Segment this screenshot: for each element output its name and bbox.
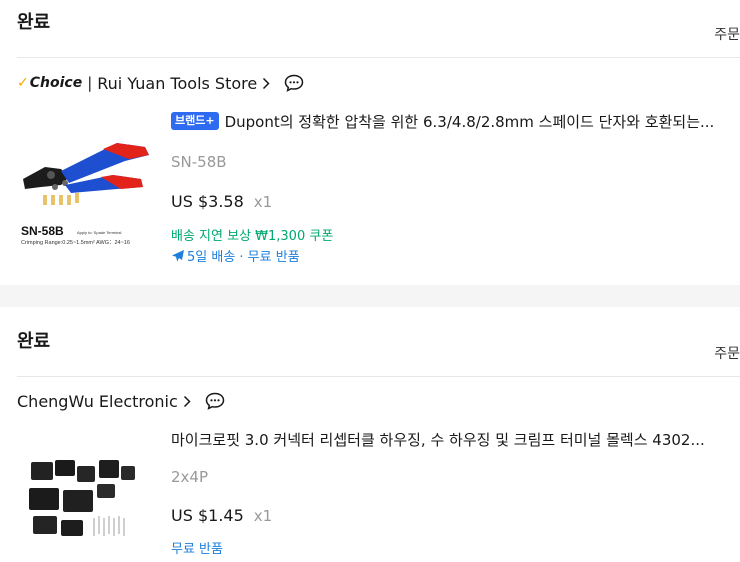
order-status: 완료	[17, 331, 51, 352]
product-price: US $3.58	[171, 192, 244, 211]
shipping-info: 5일 배송 · 무료 반품	[171, 246, 300, 265]
store-row[interactable]: ✓ Choice | Rui Yuan Tools Store	[17, 71, 304, 95]
product-image-crimper[interactable]: SN-58B Apply to: Spade Terminal Crimping…	[17, 113, 157, 253]
product-title-row[interactable]: 마이크로핏 3.0 커넥터 리셉터클 하우징, 수 하우징 및 크림프 터미널 …	[171, 427, 734, 451]
delay-coupon-text: 배송 지연 보상 ₩1,300 쿠폰	[171, 229, 334, 244]
product-variant: 2x4P	[171, 468, 209, 486]
chevron-right-icon[interactable]	[262, 77, 270, 90]
product-image-connectors[interactable]	[17, 432, 157, 560]
choice-badge: ✓ Choice	[17, 75, 82, 91]
store-name[interactable]: Rui Yuan Tools Store	[97, 74, 257, 93]
shipping-info: 무료 반품	[171, 538, 223, 557]
store-name[interactable]: ChengWu Electronic	[17, 392, 178, 411]
price-row: US $1.45 x1	[171, 506, 272, 525]
airplane-icon	[171, 249, 185, 263]
thumb-range: Crimping Range:0.25~1.5mm² AWG：24~16	[21, 240, 130, 246]
price-row: US $3.58 x1	[171, 192, 272, 211]
store-row[interactable]: ChengWu Electronic	[17, 389, 225, 413]
chevron-right-icon[interactable]	[183, 395, 191, 408]
choice-label: Choice	[29, 75, 83, 91]
order-separator-band	[0, 285, 740, 307]
chat-icon[interactable]	[205, 392, 225, 410]
divider	[17, 57, 740, 58]
product-price: US $1.45	[171, 506, 244, 525]
product-title[interactable]: Dupont의 정확한 압착을 위한 6.3/4.8/2.8mm 스페이드 단자…	[225, 111, 715, 132]
order-detail-link[interactable]: 주문	[714, 343, 740, 363]
thumb-model: SN-58B	[21, 224, 64, 238]
product-quantity: x1	[253, 507, 273, 525]
shipping-text: 무료 반품	[171, 542, 223, 557]
product-variant: SN-58B	[171, 153, 227, 171]
chat-icon[interactable]	[284, 74, 304, 92]
order-card: 완료 주문 ✓ Choice | Rui Yuan Tools Store SN…	[0, 0, 740, 285]
thumb-apply: Apply to: Spade Terminal	[77, 230, 122, 235]
divider	[17, 376, 740, 377]
product-title[interactable]: 마이크로핏 3.0 커넥터 리셉터클 하우징, 수 하우징 및 크림프 터미널 …	[171, 429, 705, 450]
product-title-row[interactable]: 브랜드+ Dupont의 정확한 압착을 위한 6.3/4.8/2.8mm 스페…	[171, 109, 734, 133]
product-quantity: x1	[253, 193, 273, 211]
checkmark-icon: ✓	[17, 75, 29, 91]
brand-plus-badge: 브랜드+	[171, 112, 219, 130]
shipping-text: 5일 배송 · 무료 반품	[187, 250, 300, 265]
order-detail-link[interactable]: 주문	[714, 24, 740, 44]
separator: |	[87, 74, 93, 92]
order-card: 완료 주문 ChengWu Electronic 마이크로핏 3.0 커넥터 리…	[0, 307, 740, 562]
order-status: 완료	[17, 12, 51, 33]
